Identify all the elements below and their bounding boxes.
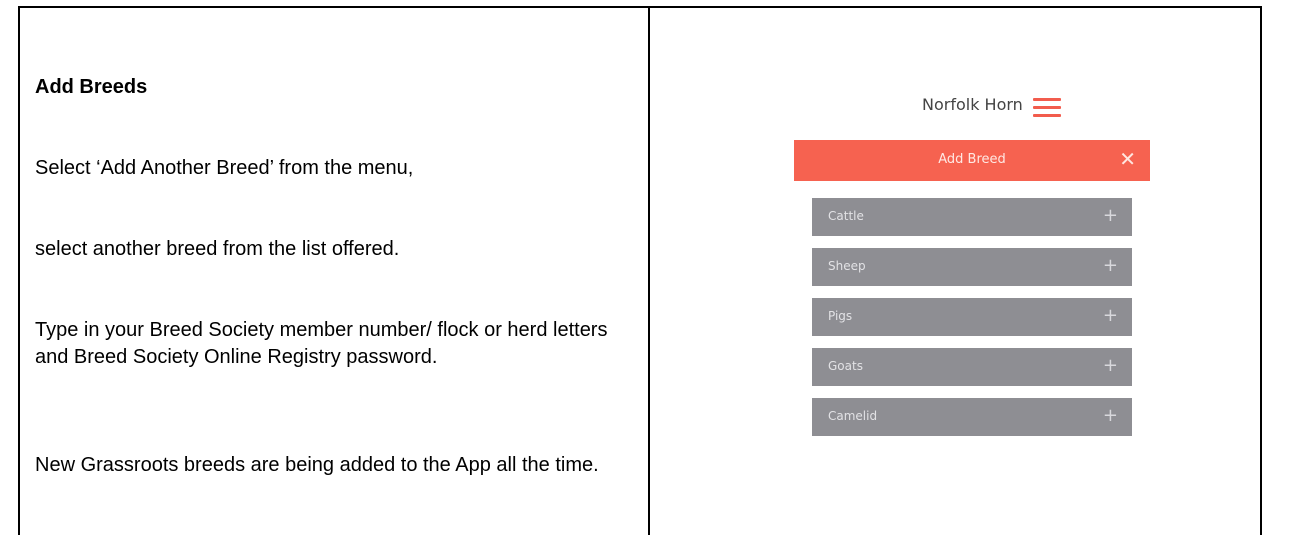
breed-name: Goats	[828, 359, 863, 373]
instruction-paragraph: select another breed from the list offer…	[35, 238, 400, 260]
hamburger-line	[1033, 98, 1061, 101]
app-screenshot-cell: Norfolk Horn Add Breed ✕ Cattle + Sheep …	[650, 8, 1260, 535]
hamburger-icon[interactable]	[1033, 98, 1061, 117]
hamburger-line	[1033, 106, 1061, 109]
breed-item-camelid[interactable]: Camelid +	[812, 398, 1132, 436]
document-table: Add Breeds Select ‘Add Another Breed’ fr…	[18, 6, 1262, 535]
plus-icon[interactable]: +	[1103, 355, 1118, 377]
breed-item-cattle[interactable]: Cattle +	[812, 198, 1132, 236]
breed-name: Camelid	[828, 409, 878, 423]
plus-icon[interactable]: +	[1103, 255, 1118, 277]
breed-name: Sheep	[828, 259, 866, 273]
plus-icon[interactable]: +	[1103, 405, 1118, 427]
breed-name: Cattle	[828, 209, 864, 223]
section-heading: Add Breeds	[35, 76, 148, 98]
plus-icon[interactable]: +	[1103, 205, 1118, 227]
instruction-paragraph: Type in your Breed Society member number…	[35, 319, 608, 368]
instruction-paragraph: Select ‘Add Another Breed’ from the menu…	[35, 157, 414, 179]
plus-icon[interactable]: +	[1103, 305, 1118, 327]
breed-item-pigs[interactable]: Pigs +	[812, 298, 1132, 336]
app-title: Norfolk Horn	[922, 95, 1023, 114]
breed-name: Pigs	[828, 309, 853, 323]
instructions-cell: Add Breeds Select ‘Add Another Breed’ fr…	[20, 8, 648, 535]
instruction-paragraph: New Grassroots breeds are being added to…	[35, 454, 599, 476]
breed-list: Cattle + Sheep + Pigs + Goats + Camelid …	[812, 198, 1132, 448]
hamburger-line	[1033, 114, 1061, 117]
close-icon[interactable]: ✕	[1119, 147, 1136, 171]
breed-item-sheep[interactable]: Sheep +	[812, 248, 1132, 286]
breed-item-goats[interactable]: Goats +	[812, 348, 1132, 386]
add-breed-label: Add Breed	[938, 152, 1006, 167]
add-breed-header: Add Breed ✕	[794, 140, 1150, 181]
